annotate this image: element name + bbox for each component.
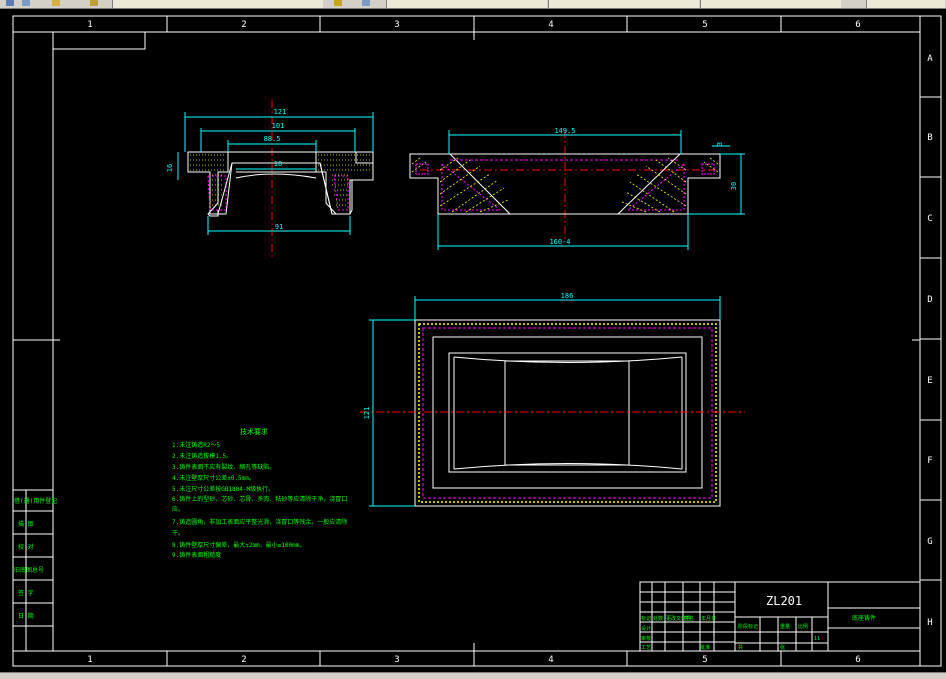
quantity: 11 (814, 636, 820, 642)
dim-label: 88.5 (264, 135, 281, 143)
row-label: H (927, 618, 932, 628)
dim-label: 186 (561, 292, 574, 300)
note-line: 7.铸造圆角，非加工表面应平整光滑，浇冒口等残余，一般应清除 (172, 518, 347, 526)
front-section-dimensions (177, 112, 374, 235)
tb-cell: 共 (738, 644, 743, 651)
dim-label: 16 (166, 164, 174, 172)
dim-label: 30 (730, 182, 738, 190)
color-icon[interactable] (52, 0, 60, 6)
drawing-border (12, 15, 942, 667)
color-dropdown[interactable] (386, 0, 547, 8)
side-section-dimensions (437, 130, 745, 250)
tb-cell: 批准 (700, 644, 710, 651)
lineweight-dropdown[interactable] (700, 0, 841, 8)
col-label: 2 (241, 655, 246, 665)
tb-cell: 年月日 (701, 615, 716, 622)
note-line: 9.铸件表面粗糙度 (172, 551, 221, 559)
note-line: 4.未注壁厚尺寸公差±0.5mm。 (172, 474, 255, 482)
col-label: 3 (394, 20, 399, 30)
col-label: 2 (241, 20, 246, 30)
tb-cell: 处数 (653, 615, 663, 622)
row-label: C (927, 214, 932, 224)
part-name: 底座铸件 (852, 614, 876, 622)
col-label: 3 (394, 655, 399, 665)
note-line: 5.未注尺寸公差按GB1804-M级执行。 (172, 485, 274, 493)
side-section-view (409, 130, 721, 240)
row-label: D (927, 295, 932, 305)
tb-cell: 比例 (798, 623, 808, 630)
col-label: 5 (702, 655, 707, 665)
strip-label: 日 期 (18, 612, 34, 620)
tb-cell: 设计 (641, 625, 651, 632)
note-line: 应。 (172, 505, 184, 513)
tb-cell: 标记 (641, 615, 651, 622)
dim-label: 10 (274, 160, 282, 168)
row-zone-ticks (13, 96, 941, 581)
column-zone-ticks (166, 16, 782, 666)
row-label: B (927, 133, 932, 143)
note-line: 8.铸件壁厚尺寸偏差，最大±2mm，最小≥100mm。 (172, 541, 305, 549)
plotstyle-dropdown[interactable] (866, 0, 945, 8)
layer-icon[interactable] (6, 0, 14, 6)
linetype-dropdown[interactable] (548, 0, 699, 8)
drawing-number: ZL201 (766, 594, 802, 608)
tb-cell: 阶段标记 (738, 623, 758, 630)
previous-layer-icon[interactable] (362, 0, 370, 6)
notes-title: 技术要求 (240, 427, 268, 436)
col-label: 6 (855, 20, 860, 30)
col-label: 6 (855, 655, 860, 665)
row-label: A (927, 54, 933, 64)
col-label: 5 (702, 20, 707, 30)
dim-label: 149.5 (554, 127, 575, 135)
dim-label: 121 (274, 108, 287, 116)
col-label: 1 (87, 20, 92, 30)
dim-label: 3 (716, 142, 724, 146)
dim-label: 160-4 (549, 238, 570, 246)
properties-icon[interactable] (22, 0, 30, 6)
tb-cell: 张 (780, 644, 785, 651)
row-label: E (927, 376, 932, 386)
col-label: 1 (87, 655, 92, 665)
tb-cell: 签名 (684, 615, 694, 622)
note-line: 2.未注铸造拔模1.5。 (172, 452, 232, 460)
plan-view (360, 319, 745, 507)
left-record-strip-labels: 借(通)用件登记 描 图 校 对 旧底图总号 签 字 日 期 (14, 497, 57, 620)
note-line: 6.铸件上的型砂、芯砂、芯骨、多肉、粘砂等应清除干净，浇冒口 (172, 495, 347, 503)
match-layer-icon[interactable] (334, 0, 342, 6)
note-line: 1.未注铸造R2～5 (172, 441, 220, 449)
strip-label: 旧底图总号 (14, 566, 44, 574)
col-label: 4 (548, 20, 553, 30)
note-line: 干。 (172, 530, 184, 537)
technical-notes: 技术要求 1.未注铸造R2～5 2.未注铸造拔模1.5。 3.铸件表面不应有裂纹… (172, 427, 347, 559)
col-label: 4 (548, 655, 553, 665)
side-section-dim-labels: 149.5 160-4 3 30 (549, 127, 738, 246)
row-label: G (927, 537, 932, 547)
plan-view-dim-labels: 186 121 (363, 292, 573, 419)
note-line: 3.铸件表面不应有裂纹、缩孔等缺陷。 (172, 463, 275, 471)
strip-label: 借(通)用件登记 (14, 497, 57, 505)
row-label: F (927, 456, 932, 466)
dim-label: 91 (275, 223, 283, 231)
tb-cell: 重量 (780, 623, 790, 630)
strip-label: 签 字 (18, 589, 34, 597)
strip-label: 校 对 (18, 543, 34, 551)
dim-label: 101 (272, 122, 285, 130)
dim-label: 121 (363, 407, 371, 420)
lock-icon[interactable] (90, 0, 98, 6)
drawing-canvas[interactable]: 1 2 3 4 5 6 1 2 3 4 5 6 A B C D E F G H (0, 8, 946, 672)
tb-cell: 工艺 (641, 645, 651, 651)
row-labels: A B C D E F G H (927, 54, 933, 628)
tb-cell: 审核 (641, 635, 651, 642)
strip-label: 描 图 (18, 520, 34, 528)
layer-dropdown[interactable] (112, 0, 323, 8)
